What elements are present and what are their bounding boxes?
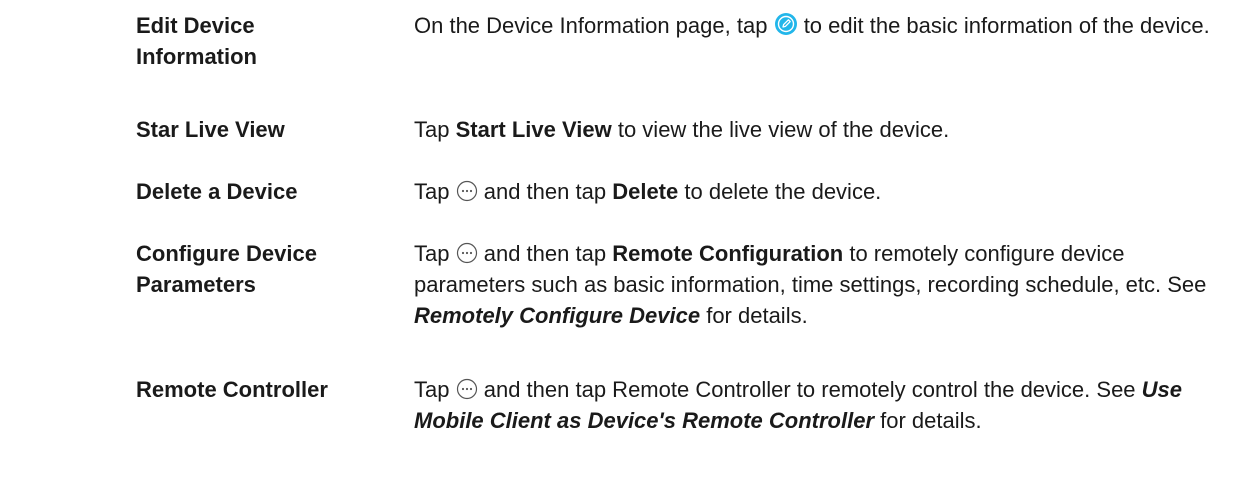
desc-remote-controller: Tap and then tap Remote Controller to re… xyxy=(414,374,1229,436)
term-delete-a-device: Delete a Device xyxy=(136,179,298,204)
desc-text: for details. xyxy=(880,408,982,433)
desc-configure-device-parameters: Tap and then tap Remote Configuration to… xyxy=(414,238,1229,331)
desc-text: to edit the basic information of the dev… xyxy=(803,13,1210,38)
desc-delete-a-device: Tap and then tap Delete to delete the de… xyxy=(414,176,1229,207)
desc-bold: Delete xyxy=(612,179,679,204)
more-options-icon xyxy=(456,378,478,400)
desc-text: and then tap xyxy=(483,179,607,204)
desc-bold: Remote Configuration xyxy=(612,241,844,266)
desc-text: to delete the device. xyxy=(684,179,882,204)
more-options-icon xyxy=(456,242,478,264)
term-star-live-view: Star Live View xyxy=(136,117,285,142)
term-line-1: Configure Device xyxy=(136,241,317,266)
desc-text: and then tap Remote Controller to remote… xyxy=(483,377,1136,402)
term-configure-device-parameters: Configure Device Parameters xyxy=(136,238,386,300)
desc-star-live-view: Tap Start Live View to view the live vie… xyxy=(414,114,1229,145)
term-line-1: Edit Device xyxy=(136,13,255,38)
edit-pencil-icon xyxy=(774,12,798,36)
desc-text: Tap xyxy=(414,117,450,142)
desc-edit-device-information: On the Device Information page, tap to e… xyxy=(414,10,1229,41)
desc-text: Tap xyxy=(414,377,450,402)
term-line-2: Parameters xyxy=(136,272,256,297)
desc-bold: Start Live View xyxy=(455,117,612,142)
term-remote-controller: Remote Controller xyxy=(136,377,328,402)
term-line-2: Information xyxy=(136,44,257,69)
term-edit-device-information: Edit Device Information xyxy=(136,10,386,72)
desc-text: for details. xyxy=(706,303,808,328)
desc-text: and then tap xyxy=(483,241,607,266)
desc-text: Tap xyxy=(414,241,450,266)
desc-text: On the Device Information page, tap xyxy=(414,13,768,38)
desc-text: Tap xyxy=(414,179,450,204)
more-options-icon xyxy=(456,180,478,202)
device-operations-table: Edit Device Information On the Device In… xyxy=(0,0,1241,499)
desc-text: to view the live view of the device. xyxy=(617,117,950,142)
cross-reference-link[interactable]: Remotely Configure Device xyxy=(414,303,700,328)
